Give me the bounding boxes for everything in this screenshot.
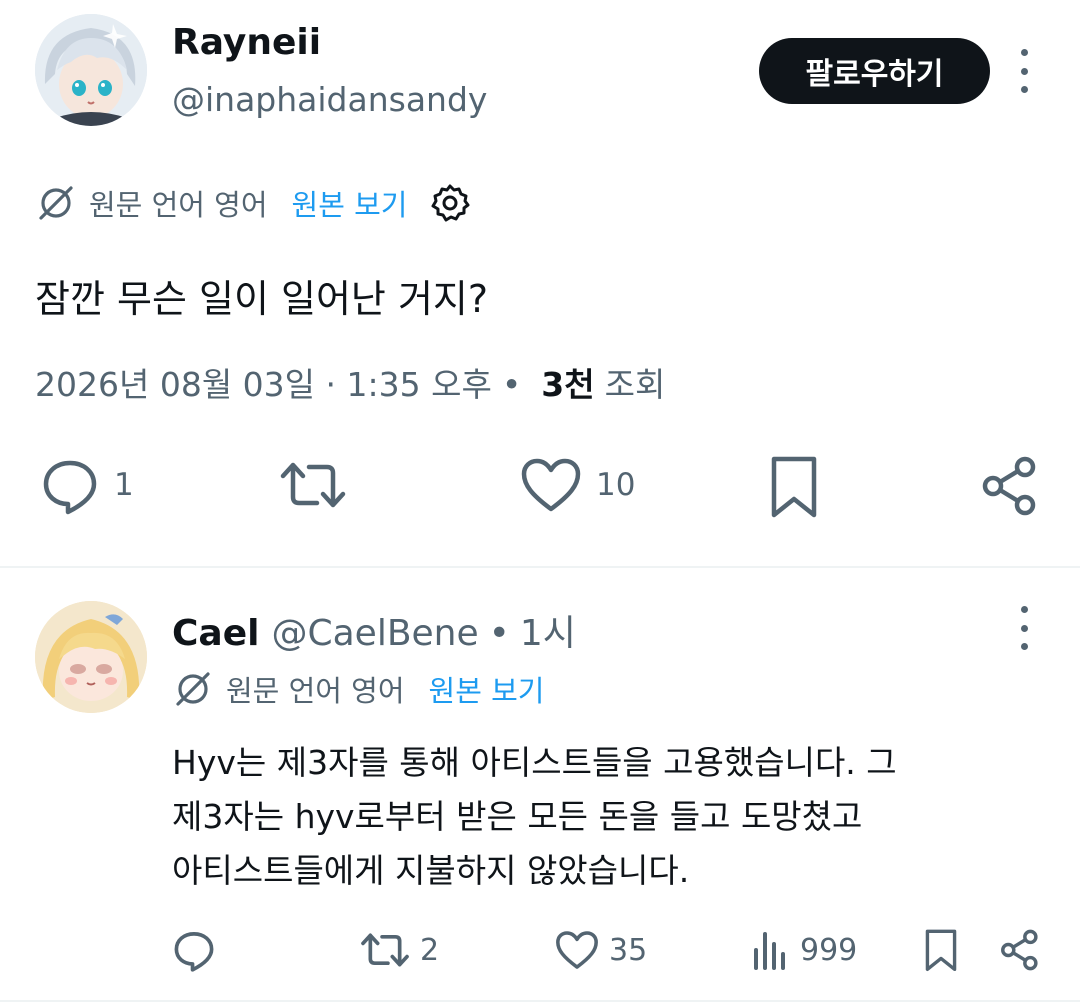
reply-bookmark-button[interactable]: [922, 928, 960, 974]
heart-icon: [521, 458, 581, 512]
reply-views-count: 999: [800, 932, 858, 968]
reply-translation-bar: 원문 언어 영어 원본 보기: [172, 668, 566, 710]
reply-retweet-count: 2: [420, 932, 440, 968]
reply-count: 1: [114, 467, 134, 503]
gear-icon[interactable]: [429, 182, 471, 224]
more-options-icon[interactable]: [1014, 49, 1034, 93]
author-display-name[interactable]: Rayneii: [172, 22, 321, 63]
retweet-icon: [361, 933, 409, 967]
translation-bar: 원문 언어 영어 원본 보기: [35, 182, 471, 224]
like-button[interactable]: 10: [520, 455, 635, 515]
share-icon: [982, 456, 1036, 516]
translate-icon: [35, 182, 77, 224]
retweet-icon: [280, 462, 346, 508]
reply-text-line: 아티스트들에게 지불하지 않았습니다.: [172, 851, 690, 890]
translate-icon: [172, 668, 214, 710]
views-count: 3천: [541, 365, 595, 404]
reply-button[interactable]: 1: [40, 455, 134, 515]
follow-button[interactable]: 팔로우하기: [759, 38, 990, 104]
tweet-meta: 2026년 08월 03일 · 1:35 오후 • 3천 조회: [35, 358, 665, 406]
like-count: 10: [596, 467, 636, 503]
views-label: 조회: [604, 365, 666, 404]
reply-header-separator: •: [488, 613, 510, 654]
avatar-anime-silver-hair-icon: [35, 14, 147, 126]
reply-text-line: Hyv는 제3자를 통해 아티스트들을 고용했습니다. 그: [172, 743, 897, 782]
bottom-divider: [0, 1000, 1080, 1002]
reply-like-count: 35: [609, 932, 648, 968]
bookmark-icon: [925, 929, 957, 972]
reply-icon: [43, 460, 97, 515]
reply-share-button[interactable]: [1000, 928, 1040, 972]
reply-more-options-icon[interactable]: [1014, 606, 1034, 650]
bookmark-button[interactable]: [766, 455, 822, 521]
retweet-button[interactable]: [279, 455, 361, 515]
original-language-note: 원문 언어 영어: [89, 188, 268, 222]
share-button[interactable]: [981, 455, 1039, 517]
author-avatar[interactable]: [35, 14, 147, 126]
reply-original-language-note: 원문 언어 영어: [226, 674, 405, 708]
share-icon: [1001, 929, 1038, 971]
avatar-anime-blonde-chibi-icon: [35, 601, 147, 713]
reply-timestamp[interactable]: 1시: [520, 604, 576, 656]
meta-separator: •: [501, 365, 522, 404]
tweet-timestamp[interactable]: 2026년 08월 03일 · 1:35 오후: [35, 358, 492, 406]
reply-like-button[interactable]: 35: [555, 928, 647, 972]
reply-author-display-name[interactable]: Cael: [172, 613, 259, 654]
reply-text: Hyv는 제3자를 통해 아티스트들을 고용했습니다. 그 제3자는 hyv로부…: [172, 736, 1032, 898]
reply-header: Cael @CaelBene • 1시: [172, 604, 576, 656]
reply-author-avatar[interactable]: [35, 601, 147, 713]
heart-icon: [556, 931, 598, 969]
section-divider: [0, 566, 1080, 568]
reply-reply-button[interactable]: [172, 928, 226, 972]
reply-view-original-link[interactable]: 원본 보기: [429, 668, 545, 710]
author-handle[interactable]: @inaphaidansandy: [172, 80, 487, 119]
reply-text-line: 제3자는 hyv로부터 받은 모든 돈을 들고 도망쳤고: [172, 797, 863, 836]
analytics-bars-icon: [754, 932, 785, 970]
reply-views-button[interactable]: 999: [750, 928, 857, 972]
view-original-link[interactable]: 원본 보기: [292, 182, 408, 224]
reply-retweet-button[interactable]: 2: [360, 928, 439, 972]
reply-author-handle[interactable]: @CaelBene: [271, 613, 478, 654]
tweet-text: 잠깐 무슨 일이 일어난 거지?: [35, 277, 489, 321]
reply-icon: [174, 932, 214, 972]
bookmark-icon: [771, 456, 817, 518]
